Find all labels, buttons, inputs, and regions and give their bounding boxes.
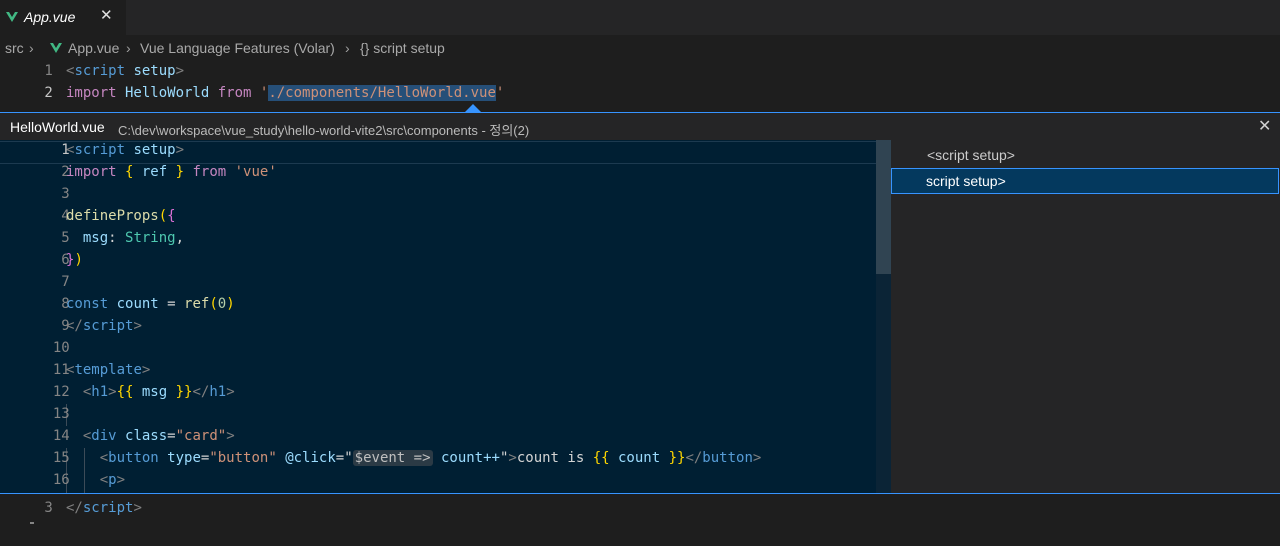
reference-label: <script setup> [927, 147, 1015, 163]
line-number: 12 [52, 384, 70, 400]
inlay-hint: $event => [352, 450, 433, 466]
line-number: 2 [61, 164, 70, 180]
code-line[interactable]: 14 <div class="card"> [0, 426, 891, 448]
reference-item-selected[interactable]: script setup> [891, 168, 1279, 194]
tab-label: App.vue [24, 9, 76, 25]
code-line[interactable]: 1 <script setup> [0, 140, 891, 162]
breadcrumb-item-app-vue[interactable]: App.vue [68, 40, 119, 56]
line-number: 5 [61, 230, 70, 246]
breadcrumb-item-volar[interactable]: Vue Language Features (Volar) [140, 40, 335, 56]
line-number: 6 [61, 252, 70, 268]
breadcrumb: src › App.vue › Vue Language Features (V… [0, 38, 1280, 60]
tab-bar: App.vue ✕ [0, 0, 1280, 35]
reference-item[interactable]: <script setup> [891, 143, 1278, 167]
code-line-active[interactable]: 2 import HelloWorld from './components/H… [0, 83, 1280, 105]
code-line[interactable]: 13 [0, 404, 891, 426]
code-line[interactable]: 5 msg: String, [0, 228, 891, 250]
code-line[interactable]: 3 </script> [0, 498, 1280, 520]
peek-header: HelloWorld.vue C:\dev\workspace\vue_stud… [0, 113, 1280, 140]
code-line[interactable]: 2 import { ref } from 'vue' [0, 162, 891, 184]
line-number: 1 [61, 142, 70, 158]
line-number-partial [30, 522, 34, 524]
line-number: 1 [44, 63, 53, 79]
peek-file-name[interactable]: HelloWorld.vue [10, 119, 105, 135]
line-number: 3 [44, 500, 53, 516]
code-line[interactable]: 9 </script> [0, 316, 891, 338]
line-number: 3 [61, 186, 70, 202]
line-number: 4 [61, 208, 70, 224]
scrollbar-thumb[interactable] [876, 140, 891, 274]
reference-label: script setup> [926, 173, 1006, 189]
line-number: 8 [61, 296, 70, 312]
code-line[interactable]: 1 <script setup> [0, 61, 1280, 83]
breadcrumb-separator-icon: › [29, 40, 34, 56]
breadcrumb-separator-icon: › [345, 40, 350, 56]
code-line[interactable]: 10 [0, 338, 891, 360]
tab-app-vue[interactable]: App.vue ✕ [0, 0, 126, 35]
line-number: 10 [52, 340, 70, 356]
code-line[interactable]: 3 [0, 184, 891, 206]
line-number: 16 [52, 472, 70, 488]
code-line[interactable]: 4 defineProps({ [0, 206, 891, 228]
code-line[interactable]: 15 <button type="button" @click=" $event … [0, 448, 891, 470]
code-line[interactable]: 11 <template> [0, 360, 891, 382]
line-number: 9 [61, 318, 70, 334]
code-line[interactable]: 16 <p> [0, 470, 891, 492]
peek-editor[interactable]: 1 <script setup> 2 import { ref } from '… [0, 140, 891, 493]
peek-scrollbar[interactable] [876, 140, 891, 493]
close-tab-icon[interactable]: ✕ [100, 6, 113, 24]
peek-file-path: C:\dev\workspace\vue_study\hello-world-v… [118, 123, 530, 138]
code-line[interactable]: 8 const count = ref(0) [0, 294, 891, 316]
line-number: 11 [52, 362, 70, 378]
close-peek-icon[interactable]: ✕ [1258, 116, 1271, 136]
line-number: 13 [52, 406, 70, 422]
peek-border [0, 493, 1280, 494]
vue-file-icon [6, 12, 18, 22]
peek-references-tree: <script setup> script setup> [891, 140, 1280, 493]
code-line[interactable]: 7 [0, 272, 891, 294]
code-line[interactable]: 6 }) [0, 250, 891, 272]
line-number: 7 [61, 274, 70, 290]
line-number: 14 [52, 428, 70, 444]
breadcrumb-separator-icon: › [126, 40, 131, 56]
breadcrumb-item-src[interactable]: src [5, 40, 24, 56]
breadcrumb-item-script-setup[interactable]: {} script setup [360, 40, 445, 56]
code-line[interactable]: 12 <h1>{{ msg }}</h1> [0, 382, 891, 404]
line-number: 15 [52, 450, 70, 466]
definition-highlight: ./components/HelloWorld.vue [268, 85, 496, 101]
peek-pointer [465, 104, 481, 112]
line-number: 2 [44, 85, 53, 101]
vue-file-icon [50, 43, 62, 53]
